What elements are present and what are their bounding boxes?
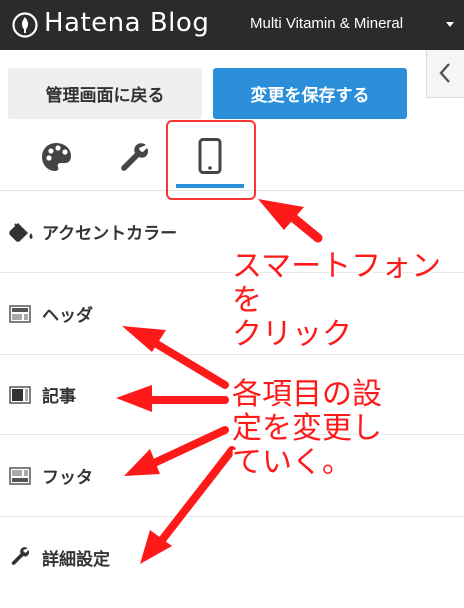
layout-footer-icon [9,467,31,485]
annotation-line: 定を変更し [232,411,382,446]
collapse-panel-button[interactable] [426,50,464,98]
chevron-down-icon[interactable] [446,22,454,27]
hatena-logo-icon[interactable] [12,12,38,38]
back-to-dashboard-button[interactable]: 管理画面に戻る [8,68,202,119]
wrench-icon [121,143,149,171]
wrench-icon [11,547,30,565]
annotation-highlight-box [166,120,256,200]
annotation-tap-smartphone: スマートフォンを クリック [232,250,464,352]
save-changes-button[interactable]: 変更を保存する [213,68,407,119]
menu-item-advanced-settings[interactable]: 詳細設定 [0,517,464,597]
annotation-change-each-item: 各項目の設 定を変更し ていく。 [232,378,464,480]
annotation-line: クリック [232,317,352,352]
app-header: Hatena Blog Multi Vitamin & Mineral [0,0,464,50]
layout-article-icon [9,386,31,404]
tab-customize[interactable] [104,134,164,186]
chevron-left-icon [439,63,450,83]
menu-item-label: フッタ [42,468,93,488]
blog-selector[interactable]: Multi Vitamin & Mineral [250,15,403,32]
annotation-line: 各項目の設 [232,377,382,412]
menu-item-label: 詳細設定 [42,550,110,570]
palette-icon [42,143,71,171]
layout-header-icon [9,305,31,323]
paint-bucket-icon [9,223,33,242]
annotation-line: ていく。 [232,445,352,480]
menu-item-label: ヘッダ [42,306,93,326]
menu-item-label: 記事 [42,387,76,407]
annotation-line: スマートフォンを [232,249,442,318]
tab-design[interactable] [26,134,86,186]
menu-item-label: アクセントカラー [42,224,178,244]
app-logo-text[interactable]: Hatena Blog [44,8,209,38]
